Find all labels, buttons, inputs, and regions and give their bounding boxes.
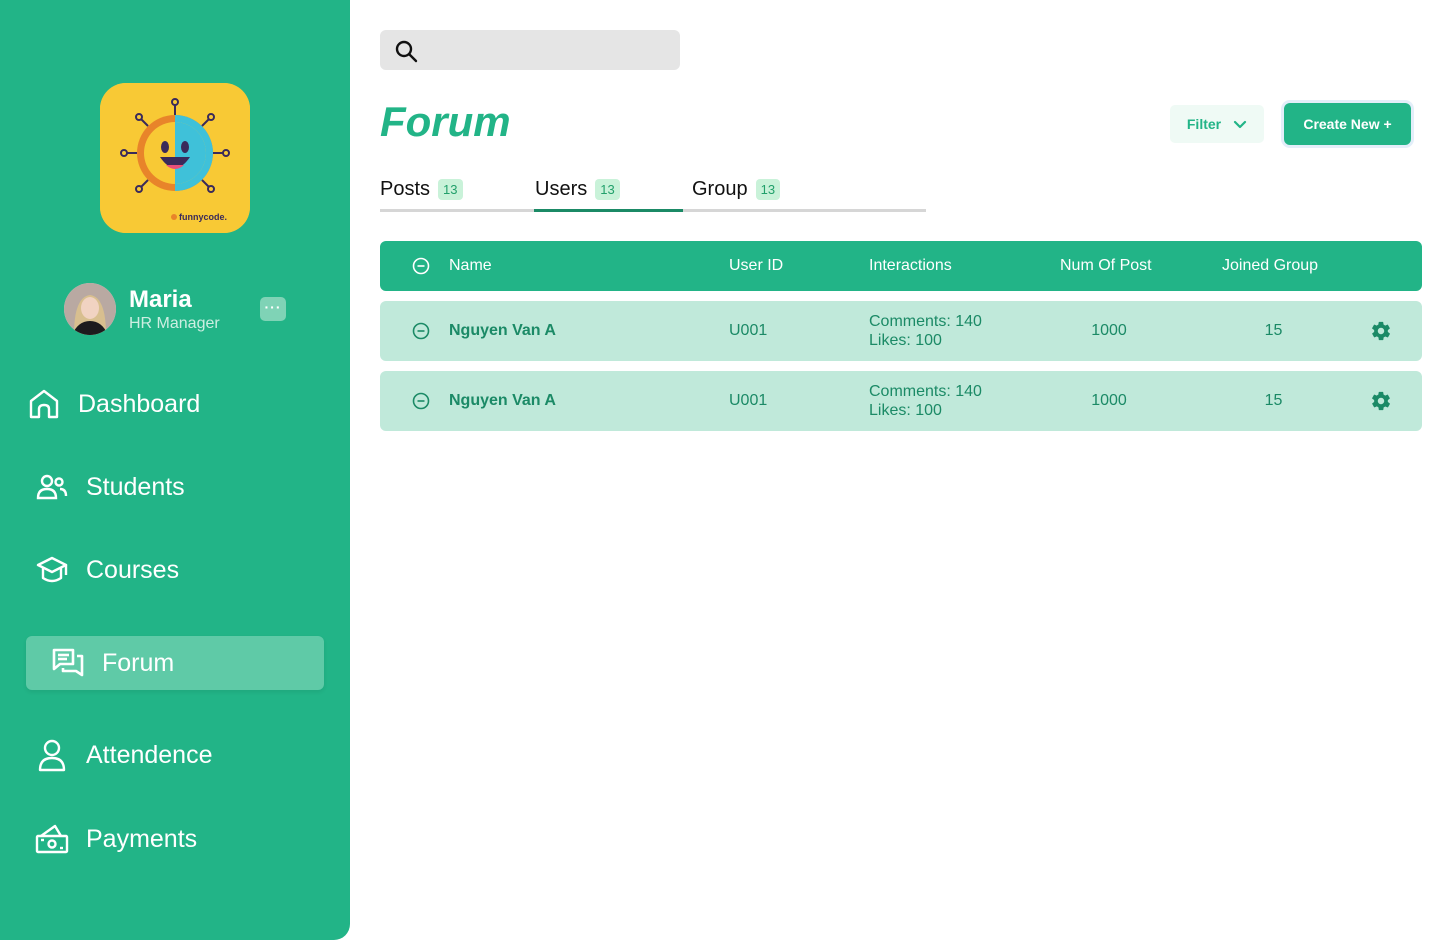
header-user-id[interactable]: User ID [729, 241, 783, 291]
cell-user-id: U001 [729, 392, 768, 409]
gear-icon [1372, 321, 1390, 341]
row-select-toggle[interactable] [412, 371, 430, 431]
tab-count-badge: 13 [438, 179, 463, 200]
tab-users[interactable]: Users 13 [535, 178, 620, 201]
gear-icon [1372, 391, 1390, 411]
sidebar-item-dashboard[interactable]: Dashboard [26, 377, 324, 431]
cell-interactions: Comments: 140 Likes: 100 [869, 371, 982, 431]
tab-label: Posts [380, 178, 431, 200]
minus-circle-icon [412, 322, 430, 340]
search-icon [395, 40, 418, 63]
likes-count: Likes: 100 [869, 332, 942, 349]
cell-interactions: Comments: 140 Likes: 100 [869, 301, 982, 361]
create-new-button[interactable]: Create New + [1284, 103, 1411, 145]
filter-label: Filter [1186, 116, 1222, 132]
sidebar-item-forum[interactable]: Forum [26, 636, 324, 690]
sidebar-item-label: Forum [102, 648, 175, 677]
user-menu-button[interactable]: ··· [260, 297, 286, 321]
app-root: funnycode. Maria HR Manager ··· Dashboar… [0, 0, 1440, 940]
minus-circle-icon [412, 392, 430, 410]
likes-count: Likes: 100 [869, 402, 942, 419]
students-icon [34, 469, 70, 505]
cell-num-posts: 1000 [1091, 392, 1127, 409]
table-row[interactable]: Nguyen Van A U001 Comments: 140 Likes: 1… [380, 301, 1422, 361]
cell-num-posts: 1000 [1091, 322, 1127, 339]
tab-count-badge: 13 [595, 179, 620, 200]
cell-user-id: U001 [729, 322, 768, 339]
comments-count: Comments: 140 [869, 313, 982, 330]
search-bar[interactable] [380, 30, 680, 70]
user-role: HR Manager [129, 315, 220, 332]
filter-button[interactable]: Filter [1170, 105, 1264, 143]
sidebar-item-label: Students [86, 472, 185, 501]
sidebar-item-label: Courses [86, 555, 180, 584]
chevron-down-icon [1234, 120, 1247, 129]
graduation-cap-icon [34, 552, 70, 588]
tab-label: Users [535, 178, 588, 200]
header-joined-group[interactable]: Joined Group [1222, 241, 1318, 291]
money-icon [34, 821, 70, 857]
user-name: Maria [129, 286, 192, 313]
active-tab-indicator [534, 209, 683, 212]
avatar[interactable] [64, 283, 116, 335]
sidebar-item-label: Dashboard [78, 389, 201, 418]
svg-text:funnycode.: funnycode. [179, 212, 227, 222]
row-settings-button[interactable] [1370, 301, 1392, 361]
cell-name: Nguyen Van A [449, 392, 556, 409]
page-title: Forum [380, 98, 511, 145]
row-settings-button[interactable] [1370, 371, 1392, 431]
header-num-posts[interactable]: Num Of Post [1060, 241, 1152, 291]
row-select-toggle[interactable] [412, 301, 430, 361]
sidebar: funnycode. Maria HR Manager ··· Dashboar… [0, 0, 350, 940]
sidebar-item-payments[interactable]: Payments [34, 812, 332, 866]
sidebar-item-label: Payments [86, 824, 198, 853]
sidebar-item-label: Attendence [86, 740, 213, 769]
chat-bubbles-icon [50, 645, 86, 681]
tab-group[interactable]: Group 13 [692, 178, 781, 201]
cell-joined-group: 15 [1264, 322, 1283, 339]
search-input[interactable] [426, 38, 666, 62]
home-icon [26, 386, 62, 422]
header-name[interactable]: Name [449, 241, 492, 291]
cell-joined-group: 15 [1264, 392, 1283, 409]
cell-name: Nguyen Van A [449, 322, 556, 339]
sidebar-item-attendence[interactable]: Attendence [34, 728, 332, 782]
tab-count-badge: 13 [755, 179, 781, 200]
table-row[interactable]: Nguyen Van A U001 Comments: 140 Likes: 1… [380, 371, 1422, 431]
tab-posts[interactable]: Posts 13 [380, 178, 463, 201]
sidebar-item-students[interactable]: Students [34, 460, 332, 514]
person-icon [34, 737, 70, 773]
select-all-toggle[interactable] [412, 241, 430, 291]
minus-circle-icon [412, 257, 430, 275]
funnycode-logo: funnycode. [100, 83, 250, 233]
table-header: Name User ID Interactions Num Of Post Jo… [380, 241, 1422, 291]
header-interactions[interactable]: Interactions [869, 241, 952, 291]
sidebar-item-courses[interactable]: Courses [34, 543, 332, 597]
tab-label: Group [692, 178, 748, 200]
comments-count: Comments: 140 [869, 383, 982, 400]
